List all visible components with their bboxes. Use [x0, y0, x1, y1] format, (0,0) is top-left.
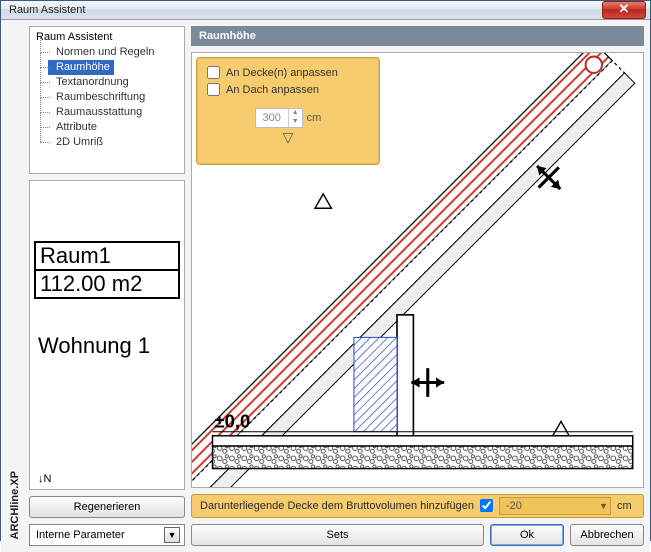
tree-item[interactable]: Textanordnung	[48, 75, 178, 90]
section-header: Raumhöhe	[191, 26, 644, 46]
nav-tree[interactable]: Raum Assistent Normen und Regeln Raumhöh…	[29, 26, 185, 174]
zero-level-label: ±0,0	[215, 411, 251, 432]
spinner-up-icon[interactable]: ▲	[289, 109, 302, 118]
tree-item[interactable]: Normen und Regeln	[48, 45, 178, 60]
main-row: Raum Assistent Normen und Regeln Raumhöh…	[29, 26, 644, 518]
chevron-down-icon[interactable]: ▼	[164, 527, 180, 543]
dialog-window: Raum Assistent ✕ ARCHline.XP Raum Assist…	[0, 0, 651, 541]
fit-roof-checkbox[interactable]: An Dach anpassen	[207, 83, 369, 96]
tree-item-selected[interactable]: Raumhöhe	[48, 60, 114, 75]
chevron-down-icon: ▼	[599, 501, 608, 511]
below-slab-strip: Darunterliegende Decke dem Bruttovolumen…	[191, 494, 644, 518]
spinner-down-icon[interactable]: ▼	[289, 118, 302, 127]
ok-button[interactable]: Ok	[490, 524, 564, 546]
fit-roof-input[interactable]	[207, 83, 220, 96]
window-title: Raum Assistent	[9, 4, 85, 16]
height-unit: cm	[307, 112, 322, 124]
below-slab-label: Darunterliegende Decke dem Bruttovolumen…	[200, 500, 474, 512]
below-slab-value: -20	[506, 500, 522, 512]
tree-item[interactable]: 2D Umriß	[48, 135, 178, 150]
right-column: Raumhöhe An Decke(n) anpassen An Dach an…	[191, 26, 644, 518]
tree-item[interactable]: Raumbeschriftung	[48, 90, 178, 105]
below-slab-unit: cm	[617, 500, 632, 512]
room-preview: Raum1 112.00 m2 Wohnung 1 ↓N	[29, 180, 185, 490]
height-options-box: An Decke(n) anpassen An Dach anpassen 30…	[196, 57, 380, 165]
level-marker-icon: ▽	[207, 129, 369, 146]
below-slab-checkbox[interactable]	[480, 499, 493, 512]
preview-apartment: Wohnung 1	[34, 333, 180, 359]
param-select-label: Interne Parameter	[36, 529, 125, 541]
diagram-panel: An Decke(n) anpassen An Dach anpassen 30…	[191, 52, 644, 488]
tree-item[interactable]: Raumausstattung	[48, 105, 178, 120]
app-brand-label: ARCHline.XP	[9, 471, 21, 539]
fit-ceiling-label: An Decke(n) anpassen	[226, 67, 338, 79]
sets-button[interactable]: Sets	[191, 524, 484, 546]
fit-roof-label: An Dach anpassen	[226, 84, 319, 96]
height-value[interactable]: 300	[256, 109, 288, 127]
close-button[interactable]: ✕	[602, 1, 646, 19]
preview-area: 112.00 m2	[36, 271, 178, 297]
fit-ceiling-checkbox[interactable]: An Decke(n) anpassen	[207, 66, 369, 79]
spinner-arrows[interactable]: ▲ ▼	[288, 109, 302, 127]
tree-root[interactable]: Raum Assistent	[36, 31, 178, 43]
app-brand-vertical: ARCHline.XP	[7, 26, 23, 546]
body: Raum Assistent Normen und Regeln Raumhöh…	[29, 26, 644, 546]
bottom-bar: Interne Parameter ▼ Sets Ok Abbrechen	[29, 524, 644, 546]
north-icon: ↓N	[38, 473, 51, 485]
regenerate-button[interactable]: Regenerieren	[29, 496, 185, 518]
tree-item[interactable]: Attribute	[48, 120, 178, 135]
client-area: ARCHline.XP Raum Assistent Normen und Re…	[1, 20, 650, 552]
titlebar: Raum Assistent ✕	[1, 1, 650, 20]
preview-room-name: Raum1	[36, 243, 178, 271]
param-select[interactable]: Interne Parameter ▼	[29, 524, 185, 546]
fit-ceiling-input[interactable]	[207, 66, 220, 79]
left-column: Raum Assistent Normen und Regeln Raumhöh…	[29, 26, 185, 518]
height-input-row: 300 ▲ ▼ cm	[207, 108, 369, 128]
below-slab-combo[interactable]: -20 ▼	[499, 497, 611, 515]
cancel-button[interactable]: Abbrechen	[570, 524, 644, 546]
height-spinner[interactable]: 300 ▲ ▼	[255, 108, 303, 128]
